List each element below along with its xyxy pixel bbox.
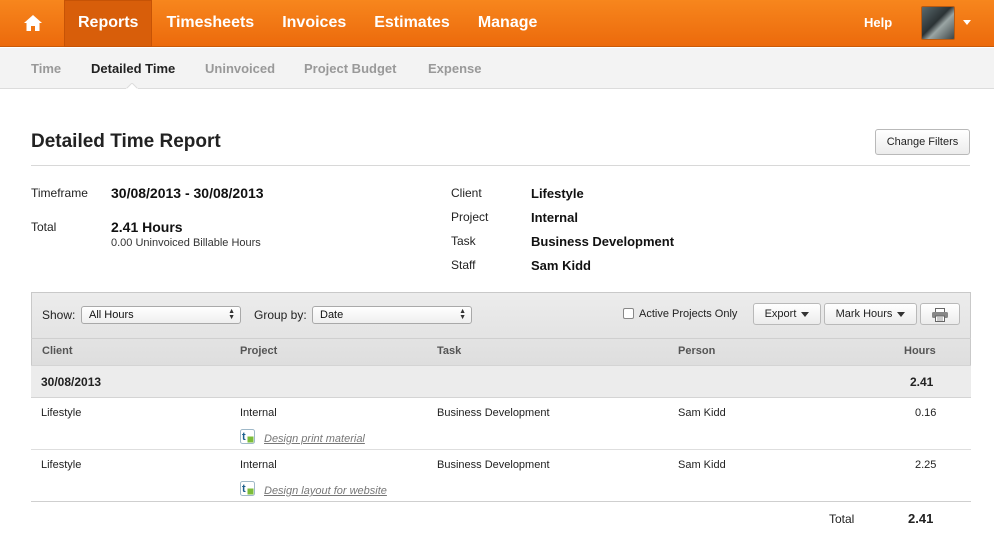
tab-time[interactable]: Time [31, 48, 61, 89]
staff-value: Sam Kidd [531, 258, 591, 273]
timeframe-label: Timeframe [31, 186, 88, 200]
select-arrows-icon: ▲ ▼ [459, 308, 466, 321]
active-projects-checkbox[interactable] [623, 308, 634, 319]
tab-project-budget[interactable]: Project Budget [304, 48, 396, 89]
show-label: Show: [42, 308, 76, 322]
change-filters-button[interactable]: Change Filters [875, 129, 970, 155]
table-group-row [31, 365, 971, 398]
timeframe-value: 30/08/2013 - 30/08/2013 [111, 185, 264, 201]
export-button-label: Export [764, 308, 797, 320]
row-hours: 0.16 [915, 407, 937, 419]
main-nav: Reports Timesheets Invoices Estimates Ma… [64, 0, 551, 47]
integration-app-icon[interactable]: t [240, 481, 255, 496]
row-hours: 2.25 [915, 459, 937, 471]
task-value: Business Development [531, 234, 675, 249]
column-header-client[interactable]: Client [42, 345, 73, 357]
task-label: Task [451, 234, 476, 248]
export-button[interactable]: Export [753, 303, 821, 325]
client-label: Client [451, 186, 482, 200]
row-task: Business Development [437, 459, 550, 471]
column-header-hours[interactable]: Hours [904, 345, 936, 357]
row-client: Lifestyle [41, 459, 82, 471]
project-label: Project [451, 210, 489, 224]
group-date: 30/08/2013 [41, 375, 102, 389]
title-divider [31, 165, 970, 166]
group-by-select-value: Date [320, 309, 344, 321]
total-hours-value: 2.41 Hours [111, 219, 183, 235]
group-by-select[interactable]: Date ▲ ▼ [312, 306, 472, 324]
svg-text:t: t [242, 431, 246, 443]
column-header-project[interactable]: Project [240, 345, 277, 357]
nav-manage[interactable]: Manage [464, 0, 552, 47]
svg-text:t: t [242, 483, 246, 495]
tab-expense[interactable]: Expense [428, 48, 481, 89]
row-client: Lifestyle [41, 407, 82, 419]
top-nav-bar: Reports Timesheets Invoices Estimates Ma… [0, 0, 994, 47]
client-value: Lifestyle [531, 186, 584, 201]
tab-uninvoiced[interactable]: Uninvoiced [205, 48, 275, 89]
uninvoiced-hours-value: 0.00 Uninvoiced Billable Hours [111, 237, 261, 249]
report-subnav: Time Detailed Time Uninvoiced Project Bu… [0, 48, 994, 89]
toolbar-divider [31, 338, 971, 339]
table-total-label: Total [829, 512, 855, 526]
printer-icon [932, 308, 948, 322]
row-person: Sam Kidd [678, 459, 726, 471]
table-total-value: 2.41 [908, 511, 934, 526]
row-note-link[interactable]: Design print material [264, 433, 365, 445]
chevron-down-icon [897, 311, 906, 317]
row-project: Internal [240, 459, 277, 471]
row-note-link[interactable]: Design layout for website [264, 485, 387, 497]
integration-app-icon[interactable]: t [240, 429, 255, 444]
row-task: Business Development [437, 407, 550, 419]
show-select[interactable]: All Hours ▲ ▼ [81, 306, 241, 324]
avatar[interactable] [921, 6, 955, 40]
project-value: Internal [531, 210, 578, 225]
nav-estimates[interactable]: Estimates [360, 0, 464, 47]
row-person: Sam Kidd [678, 407, 726, 419]
home-icon[interactable] [18, 11, 48, 35]
nav-reports[interactable]: Reports [64, 0, 153, 47]
nav-timesheets[interactable]: Timesheets [152, 0, 268, 47]
group-hours: 2.41 [910, 375, 934, 389]
show-select-value: All Hours [89, 309, 134, 321]
active-projects-label: Active Projects Only [639, 308, 738, 320]
table-bottom-divider [31, 501, 971, 502]
chevron-down-icon [801, 311, 810, 317]
group-by-label: Group by: [254, 308, 307, 322]
staff-label: Staff [451, 258, 476, 272]
row-divider [31, 449, 971, 450]
total-label: Total [31, 220, 57, 234]
chevron-down-icon[interactable] [963, 20, 971, 25]
select-arrows-icon: ▲ ▼ [228, 308, 235, 321]
row-project: Internal [240, 407, 277, 419]
column-header-task[interactable]: Task [437, 345, 461, 357]
nav-invoices[interactable]: Invoices [268, 0, 360, 47]
mark-hours-button[interactable]: Mark Hours [824, 303, 917, 325]
page-title: Detailed Time Report [31, 131, 221, 152]
help-link[interactable]: Help [864, 0, 892, 46]
column-header-person[interactable]: Person [678, 345, 715, 357]
print-button[interactable] [920, 303, 960, 325]
mark-hours-button-label: Mark Hours [835, 308, 893, 320]
active-tab-indicator [126, 83, 138, 89]
